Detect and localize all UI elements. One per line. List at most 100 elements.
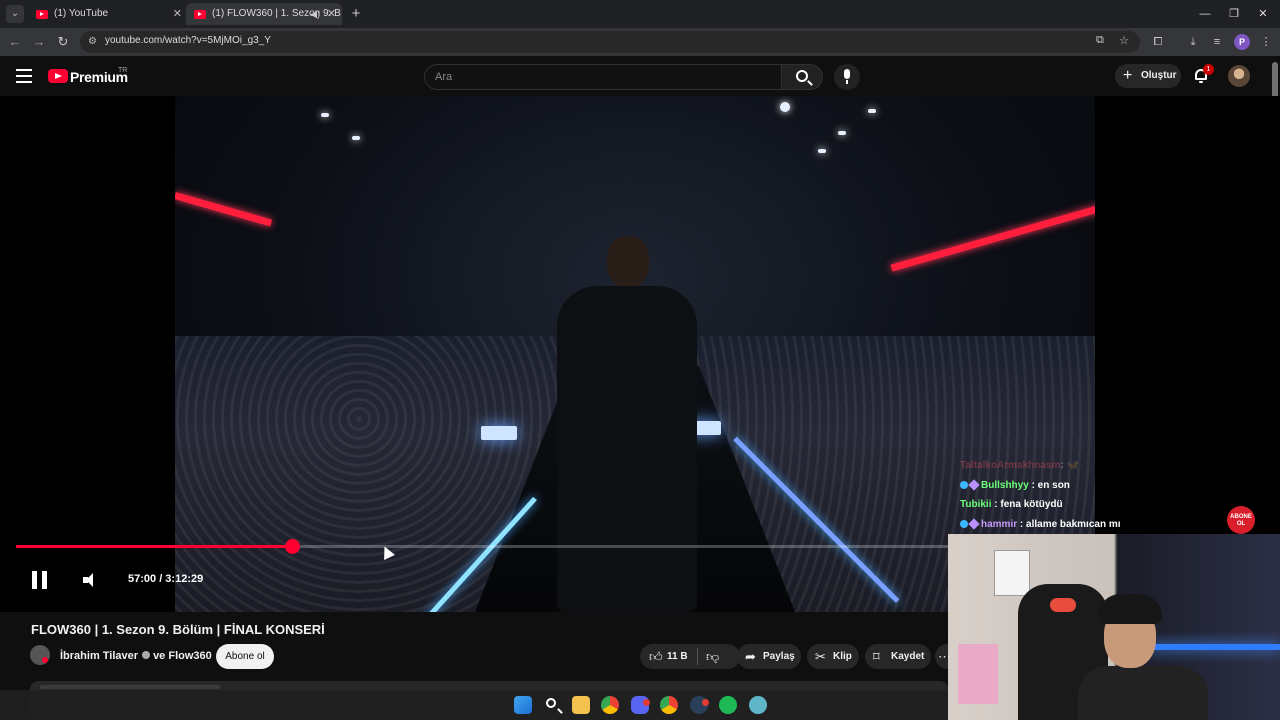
tab-search-icon[interactable]: ⌄ — [6, 5, 24, 23]
youtube-favicon-icon — [36, 10, 48, 19]
bookmark-star-icon[interactable]: ☆ — [1119, 34, 1129, 47]
channel-name-text[interactable]: İbrahim Tilaver — [60, 650, 138, 662]
browser-app-icon[interactable] — [749, 696, 767, 714]
ceiling-light — [868, 109, 876, 113]
tab-title: (1) YouTube — [54, 8, 109, 19]
install-app-icon[interactable]: ⧉ — [1096, 34, 1104, 47]
browser-menu-icon[interactable]: ⋮ — [1258, 34, 1274, 50]
browser-tab-strip: ⌄ (1) YouTube ✕ (1) FLOW360 | 1. Sezon 9… — [0, 0, 1280, 28]
description-preview — [40, 685, 220, 689]
menu-icon[interactable] — [16, 69, 32, 83]
verified-icon — [142, 651, 151, 659]
forward-icon[interactable]: → — [30, 33, 48, 51]
tab-title: (1) FLOW360 | 1. Sezon 9. B — [212, 8, 341, 19]
chat-message: Bullshhyy : en son — [960, 476, 1160, 496]
ceiling-light — [352, 136, 360, 140]
chat-badge-icon — [968, 478, 980, 491]
spotify-icon[interactable] — [719, 696, 737, 714]
ceiling-light — [818, 149, 826, 153]
share-icon: ➦ — [745, 649, 756, 664]
streamer-figure — [1078, 594, 1208, 720]
dislike-icon[interactable]: 👎︎ — [706, 644, 719, 669]
chat-message: hammir : allame bakmıcan mı — [960, 515, 1160, 535]
search-button[interactable] — [781, 64, 823, 90]
new-tab-button[interactable]: + — [346, 4, 366, 24]
steam-icon[interactable] — [690, 696, 709, 714]
subscribe-overlay-badge: ABONE OL — [1227, 506, 1255, 534]
file-explorer-icon[interactable] — [572, 696, 590, 714]
channel-collab-text[interactable]: ve Flow360 — [153, 650, 212, 662]
site-info-icon[interactable]: ⚙ — [88, 36, 97, 47]
media-control-icon[interactable]: ≡ — [1209, 34, 1225, 50]
share-button[interactable]: ➦ Paylaş — [737, 644, 801, 669]
chat-message: Tubikii : fena kötüydü — [960, 499, 1063, 510]
chat-badge-icon — [960, 519, 968, 528]
progress-bar[interactable] — [16, 539, 948, 554]
plus-icon: + — [1123, 67, 1133, 84]
close-window-button[interactable]: ✕ — [1248, 4, 1278, 24]
reload-icon[interactable]: ↻ — [54, 33, 72, 51]
video-title: FLOW360 | 1. Sezon 9. Bölüm | FİNAL KONS… — [31, 622, 325, 637]
restore-button[interactable]: ❐ — [1219, 4, 1249, 24]
clip-label: Klip — [833, 651, 852, 662]
led-banner-right — [890, 204, 1095, 272]
search-icon[interactable] — [543, 696, 561, 714]
ceiling-light — [780, 102, 790, 112]
browser-toolbar: ← → ↻ ⚙ youtube.com/watch?v=5MjMOi_g3_Y … — [0, 28, 1280, 56]
browser-tab-flow360[interactable]: (1) FLOW360 | 1. Sezon 9. B ◀) ✕ — [186, 3, 342, 25]
share-label: Paylaş — [763, 651, 795, 662]
discord-icon[interactable] — [631, 696, 650, 714]
account-avatar[interactable] — [1228, 65, 1250, 87]
save-button[interactable]: ⌑ Kaydet — [865, 644, 931, 669]
subscribe-button[interactable]: Abone ol — [216, 644, 274, 669]
profile-avatar[interactable]: P — [1234, 34, 1250, 50]
search-icon — [796, 70, 808, 82]
chat-message: TaltalkoArmakhnasm: 🦋 — [960, 460, 1079, 471]
youtube-logo-icon[interactable] — [48, 69, 68, 83]
more-icon: ⋯ — [938, 649, 951, 664]
time-display: 57:00 / 3:12:29 — [128, 573, 204, 585]
led-banner-left — [175, 192, 273, 227]
like-divider — [697, 648, 698, 665]
close-tab-icon[interactable]: ✕ — [327, 3, 336, 25]
notifications-bell-icon[interactable]: 1 — [1193, 64, 1214, 84]
youtube-header: Premium TR Ara + Oluştur 1 — [0, 56, 1280, 96]
back-icon[interactable]: ← — [6, 33, 24, 51]
save-label: Kaydet — [891, 651, 925, 662]
create-button[interactable]: + Oluştur — [1115, 64, 1181, 88]
ceiling-light — [838, 131, 846, 135]
channel-avatar[interactable] — [30, 645, 50, 665]
voice-search-icon[interactable] — [834, 64, 860, 90]
clip-button[interactable]: ✂ Klip — [807, 644, 859, 669]
windows-start-icon[interactable] — [514, 696, 532, 714]
notification-count-badge: 1 — [1203, 64, 1214, 75]
like-count[interactable]: 11 B — [667, 644, 688, 669]
chat-badge-icon — [968, 517, 980, 530]
search-input[interactable]: Ara — [424, 64, 782, 90]
like-dislike-group: 👍︎ 11 B 👎︎ — [640, 644, 740, 669]
volume-icon[interactable] — [82, 572, 98, 588]
close-tab-icon[interactable]: ✕ — [173, 3, 182, 25]
pause-button[interactable] — [32, 571, 48, 589]
streamer-webcam — [948, 534, 1280, 720]
chrome-profile-icon[interactable] — [660, 696, 678, 714]
extensions-icon[interactable]: ⧠ — [1150, 34, 1166, 50]
like-icon[interactable]: 👍︎ — [649, 644, 663, 669]
address-bar[interactable]: ⚙ youtube.com/watch?v=5MjMOi_g3_Y ⧉ ☆ — [80, 31, 1140, 53]
download-icon[interactable]: ⤓ — [1185, 34, 1201, 50]
scissors-icon: ✂ — [815, 649, 826, 664]
chat-badge-icon — [960, 480, 968, 489]
performer-figure — [535, 236, 715, 612]
minimize-button[interactable]: — — [1190, 4, 1220, 24]
browser-tab-youtube[interactable]: (1) YouTube ✕ — [28, 3, 188, 25]
bookmark-icon: ⌑ — [873, 649, 880, 664]
chrome-icon[interactable] — [601, 696, 619, 714]
create-label: Oluştur — [1141, 70, 1177, 81]
channel-name[interactable]: İbrahim Tilaver ve Flow360 — [60, 650, 212, 662]
search-placeholder: Ara — [435, 71, 453, 83]
tab-audio-icon[interactable]: ◀) — [310, 3, 320, 25]
url-text[interactable]: youtube.com/watch?v=5MjMOi_g3_Y — [105, 35, 271, 46]
region-label: TR — [118, 67, 128, 74]
progress-scrubber[interactable] — [284, 539, 300, 554]
more-actions-button[interactable]: ⋯ — [935, 644, 951, 669]
